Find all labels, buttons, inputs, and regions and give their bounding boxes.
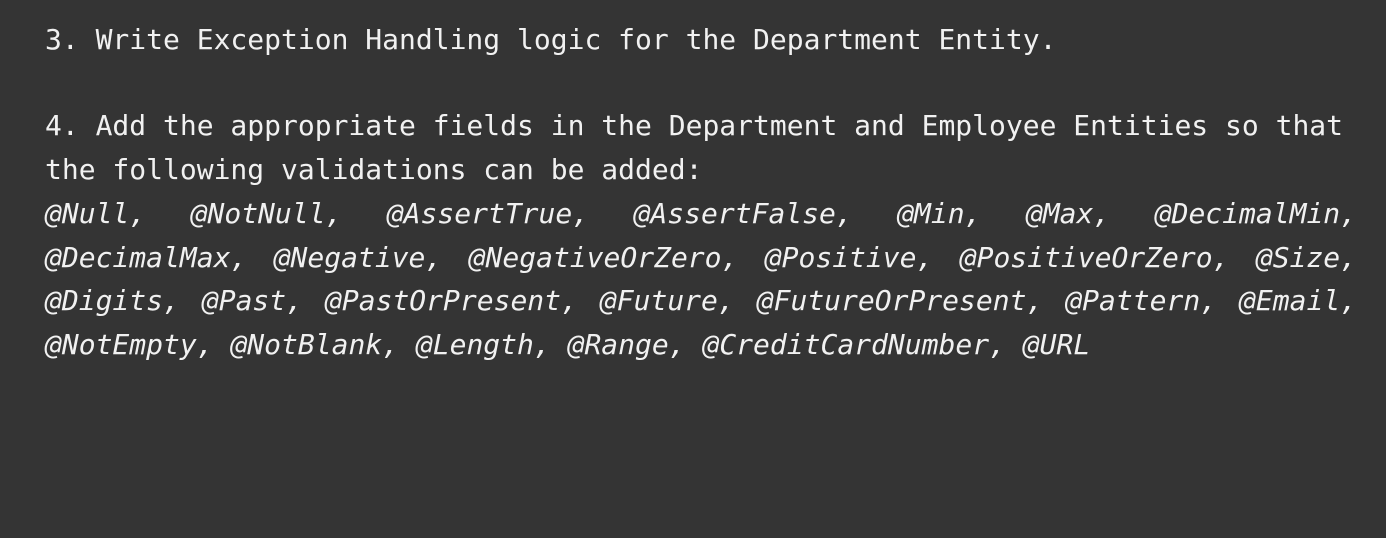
annotation-range: @Range, [567,327,686,361]
annotation-future: @Future, [599,284,735,317]
item-4-text: 4. Add the appropriate fields in the Dep… [45,109,1344,186]
annotation-max: @Max, [1025,197,1111,230]
annotation-past: @Past, [201,284,304,317]
annotation-digits: @Digits, [45,284,180,317]
annotation-email: @Email, [1239,284,1358,317]
annotation-positive-or-zero: @PositiveOrZero, [959,240,1230,274]
annotation-assert-false: @AssertFalse, [633,197,853,230]
annotation-min: @Min, [897,197,982,230]
document-content: 3. Write Exception Handling logic for th… [45,18,1357,366]
item-3-text: 3. Write Exception Handling logic for th… [45,23,1057,56]
annotation-length: @Length, [415,327,551,361]
annotation-assert-true: @AssertTrue, [386,197,590,230]
annotation-positive: @Positive, [764,240,934,274]
annotation-not-blank: @NotBlank, [230,327,400,361]
annotation-null: @Null, [45,197,147,230]
annotation-pattern: @Pattern, [1065,284,1218,317]
annotation-not-empty: @NotEmpty, [45,327,214,361]
annotation-decimal-min: @DecimalMin, [1154,197,1358,230]
validation-annotation-list: @Null, @NotNull, @AssertTrue, @AssertFal… [45,192,1357,366]
annotation-url: @URL [1022,327,1091,361]
annotation-credit-card-number: @CreditCardNumber, [702,327,1006,361]
annotation-negative: @Negative, [273,240,443,274]
annotation-future-or-present: @FutureOrPresent, [756,284,1044,317]
annotation-negative-or-zero: @NegativeOrZero, [468,240,739,274]
annotation-not-null: @NotNull, [190,197,343,230]
annotation-decimal-max: @DecimalMax, [45,240,248,274]
annotation-past-or-present: @PastOrPresent, [325,284,578,317]
annotation-size: @Size, [1255,240,1357,274]
